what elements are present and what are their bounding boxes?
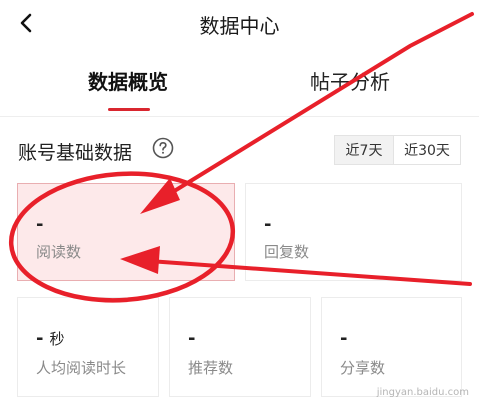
metric-card-recommends[interactable]: - 推荐数 — [169, 297, 311, 397]
question-circle-icon[interactable] — [152, 137, 174, 159]
metric-value: - — [264, 214, 272, 235]
annotation-arrow — [148, 12, 474, 208]
date-range-selector: 近7天 近30天 — [334, 135, 461, 165]
tab-post-analysis[interactable]: 帖子分析 — [310, 66, 390, 95]
metric-card-shares[interactable]: - 分享数 — [321, 297, 462, 397]
tab-overview[interactable]: 数据概览 — [88, 66, 168, 95]
metric-label: 回复数 — [264, 243, 310, 261]
metric-label: 阅读数 — [36, 243, 82, 261]
metric-card-reads[interactable]: - 阅读数 — [17, 183, 235, 281]
page-title: 数据中心 — [199, 14, 280, 38]
metric-label: 人均阅读时长 — [36, 359, 127, 377]
active-tab-indicator — [108, 108, 150, 111]
metric-label: 推荐数 — [188, 359, 234, 377]
metric-value: -秒 — [36, 328, 65, 349]
metric-card-avg-read-time[interactable]: -秒 人均阅读时长 — [17, 297, 159, 397]
metric-unit: 秒 — [49, 330, 65, 348]
range-7-days-button[interactable]: 近7天 — [335, 136, 393, 164]
metric-value: - — [340, 328, 348, 349]
metric-value: - — [36, 214, 44, 235]
watermark: jingyan.baidu.com — [376, 387, 469, 398]
metric-card-replies[interactable]: - 回复数 — [245, 183, 462, 281]
metric-value: - — [188, 328, 196, 349]
range-30-days-button[interactable]: 近30天 — [394, 136, 460, 164]
metric-label: 分享数 — [340, 359, 386, 377]
section-title: 账号基础数据 — [18, 142, 133, 164]
divider — [0, 116, 479, 117]
